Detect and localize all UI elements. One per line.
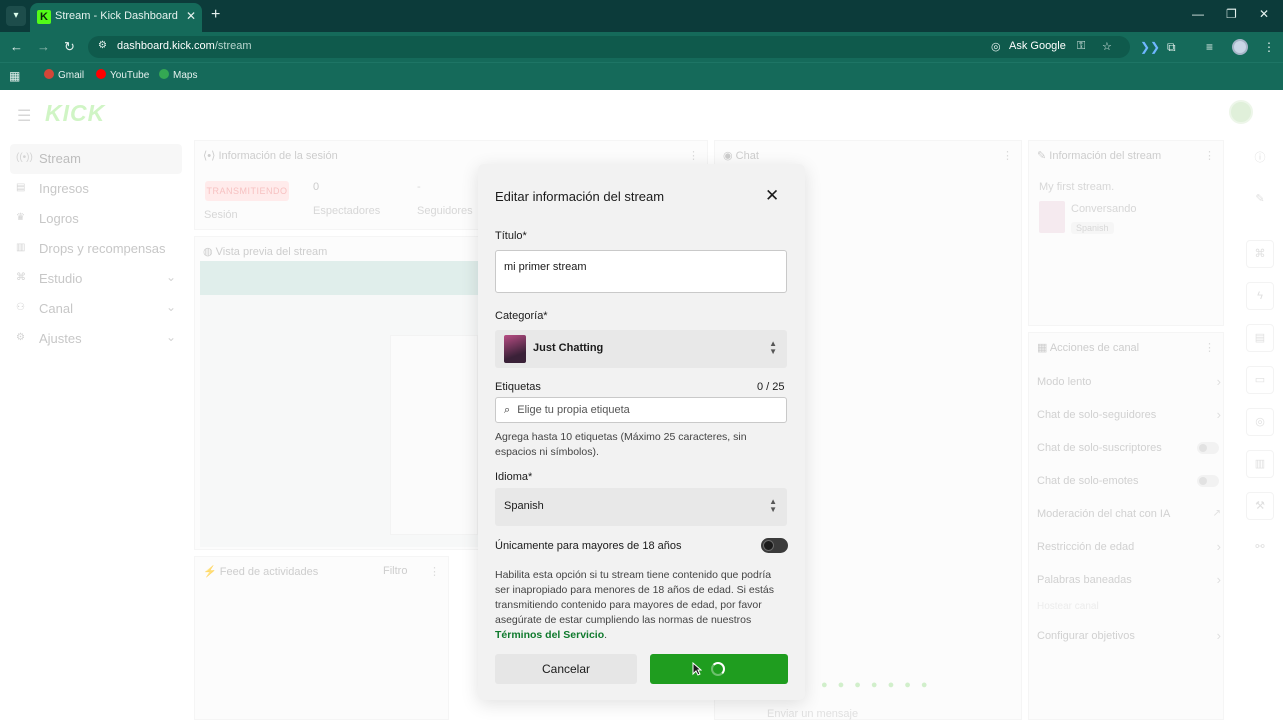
mouse-cursor-icon xyxy=(692,662,702,676)
tags-help-text: Agrega hasta 10 etiquetas (Máximo 25 car… xyxy=(495,431,747,458)
language-selected-value: Spanish xyxy=(504,500,544,512)
tags-input[interactable]: ⌕ Elige tu propia etiqueta xyxy=(495,397,787,423)
tab-list-icon[interactable]: ▾ xyxy=(6,6,26,26)
select-caret-icon: ▲ ▼ xyxy=(769,497,777,514)
stream-title-input[interactable]: mi primer stream xyxy=(495,250,787,293)
tags-field-label: Etiquetas xyxy=(495,381,541,393)
title-field-label: Título* xyxy=(495,230,527,242)
extension-translate-icon[interactable]: ❯❯ xyxy=(1140,40,1160,54)
bookmark-label: YouTube xyxy=(110,70,150,81)
minimize-icon[interactable]: — xyxy=(1192,7,1204,21)
back-icon[interactable]: ← xyxy=(10,39,23,54)
bookmark-gmail[interactable]: Gmail xyxy=(44,69,84,81)
tab-close-icon[interactable]: ✕ xyxy=(186,9,196,23)
youtube-icon xyxy=(96,69,106,79)
kick-favicon-icon: K xyxy=(37,10,51,24)
password-key-icon[interactable]: ⚿ xyxy=(1077,40,1085,53)
site-info-icon[interactable]: ⚙ xyxy=(98,40,107,51)
extensions-puzzle-icon[interactable]: ⧉ xyxy=(1167,40,1176,55)
mature-content-toggle[interactable] xyxy=(761,538,788,553)
url-text: dashboard.kick.com/stream xyxy=(117,40,252,52)
language-select[interactable]: Spanish ▲ ▼ xyxy=(495,488,787,526)
reading-list-icon[interactable]: ≡ xyxy=(1206,40,1213,54)
mature-help-body: Habilita esta opción si tu stream tiene … xyxy=(495,569,775,626)
browser-menu-icon[interactable]: ⋮ xyxy=(1263,40,1275,54)
toggle-knob xyxy=(763,540,774,551)
bookmark-maps[interactable]: Maps xyxy=(159,69,197,81)
mature-help-text: Habilita esta opción si tu stream tiene … xyxy=(495,568,787,643)
ask-google-button[interactable]: Ask Google xyxy=(1009,40,1066,52)
restore-icon[interactable]: ❐ xyxy=(1226,7,1237,21)
edit-stream-info-modal: Editar información del stream ✕ Título* … xyxy=(478,164,805,700)
category-thumbnail xyxy=(504,335,526,363)
url-domain: dashboard.kick.com xyxy=(117,40,215,52)
gmail-icon xyxy=(44,69,54,79)
tags-counter: 0 / 25 xyxy=(757,381,785,393)
bookmarks-bar: ▦ Gmail YouTube Maps xyxy=(0,62,1283,90)
tags-input-placeholder: Elige tu propia etiqueta xyxy=(517,404,630,416)
bookmark-youtube[interactable]: YouTube xyxy=(96,69,149,81)
language-field-label: Idioma* xyxy=(495,471,533,483)
new-tab-icon[interactable]: + xyxy=(211,6,220,24)
mature-content-label: Únicamente para mayores de 18 años xyxy=(495,540,682,552)
reload-icon[interactable]: ↻ xyxy=(64,39,75,55)
maps-icon xyxy=(159,69,169,79)
category-field-label: Categoría* xyxy=(495,310,548,322)
url-path: /stream xyxy=(214,40,252,52)
search-icon: ⌕ xyxy=(504,404,511,416)
bookmark-star-icon[interactable]: ☆ xyxy=(1102,40,1112,53)
mature-help-end: . xyxy=(604,629,608,641)
save-button[interactable] xyxy=(650,654,788,684)
loading-spinner-icon xyxy=(711,662,725,676)
bookmark-label: Gmail xyxy=(58,70,85,81)
forward-icon[interactable]: → xyxy=(37,39,50,54)
select-caret-icon: ▲ ▼ xyxy=(769,339,777,356)
modal-title: Editar información del stream xyxy=(495,189,665,204)
tab-title: Stream - Kick Dashboard xyxy=(55,10,178,22)
bookmark-label: Maps xyxy=(173,70,198,81)
browser-tab[interactable]: K Stream - Kick Dashboard ✕ xyxy=(30,3,202,32)
profile-avatar[interactable] xyxy=(1232,39,1248,55)
address-bar-row: ← → ↻ ⚙ dashboard.kick.com/stream ◎ Ask … xyxy=(0,32,1283,62)
close-icon[interactable]: ✕ xyxy=(765,186,779,206)
terms-of-service-link[interactable]: Términos del Servicio xyxy=(495,629,604,641)
category-selected-value: Just Chatting xyxy=(533,342,604,354)
browser-tab-bar: ▾ K Stream - Kick Dashboard ✕ + — ❐ ✕ xyxy=(0,0,1283,32)
url-bar[interactable]: ⚙ dashboard.kick.com/stream ◎ Ask Google… xyxy=(88,36,1130,58)
cancel-button[interactable]: Cancelar xyxy=(495,654,637,684)
lens-icon[interactable]: ◎ xyxy=(991,40,1001,53)
apps-grid-icon[interactable]: ▦ xyxy=(9,69,20,83)
window-close-icon[interactable]: ✕ xyxy=(1259,7,1269,21)
category-select[interactable]: Just Chatting ▲ ▼ xyxy=(495,330,787,368)
